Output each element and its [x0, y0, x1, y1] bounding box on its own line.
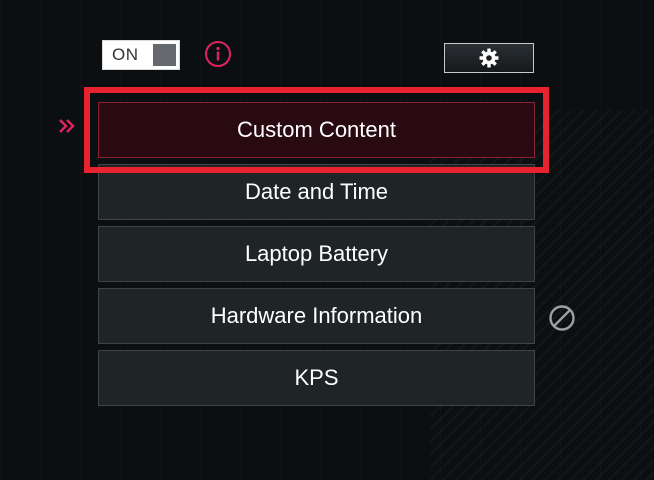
menu-item-hardware-information[interactable]: Hardware Information — [98, 288, 535, 344]
toggle-label: ON — [112, 45, 139, 64]
menu-item-label: Laptop Battery — [244, 241, 389, 266]
block-icon — [548, 304, 576, 332]
toggle-knob[interactable] — [153, 44, 176, 66]
double-chevron-right-icon — [58, 118, 78, 134]
info-icon[interactable] — [204, 40, 232, 68]
menu-item-kps[interactable]: KPS — [98, 350, 535, 406]
settings-button[interactable] — [444, 43, 534, 73]
menu-item-date-and-time[interactable]: Date and Time — [98, 164, 535, 220]
menu-item-label: Hardware Information — [210, 303, 423, 328]
menu-item-label: Custom Content — [237, 117, 396, 142]
gear-icon — [479, 48, 499, 68]
menu-item-custom-content[interactable]: Custom Content — [98, 102, 535, 158]
on-off-toggle[interactable]: ON — [102, 40, 180, 70]
content-menu: Custom Content Date and Time Laptop Batt… — [98, 102, 535, 412]
menu-item-laptop-battery[interactable]: Laptop Battery — [98, 226, 535, 282]
menu-item-label: Date and Time — [244, 179, 389, 204]
menu-item-label: KPS — [294, 365, 339, 390]
